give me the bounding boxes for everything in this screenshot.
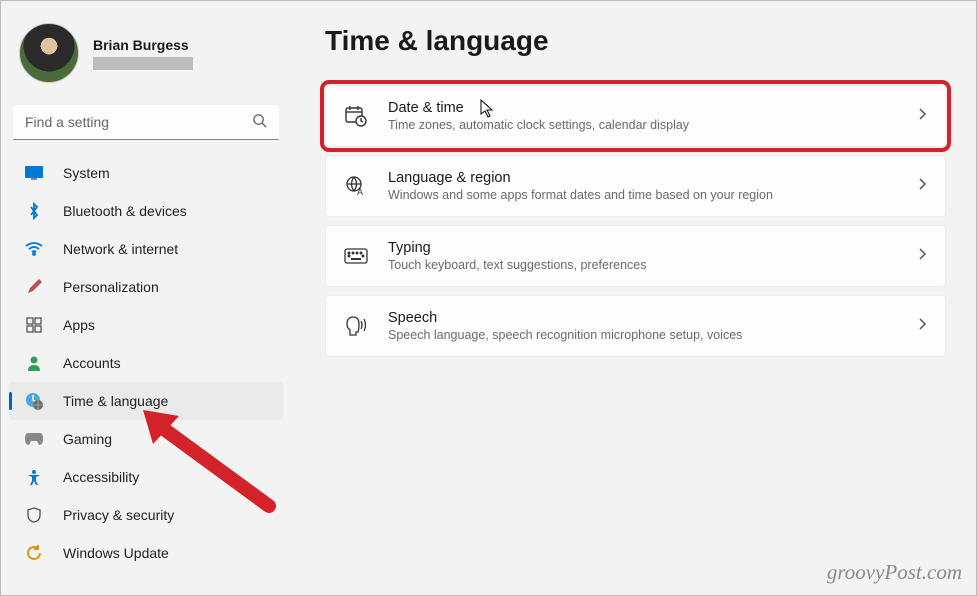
sidebar-item-label: System	[63, 165, 110, 181]
card-title: Language & region	[388, 170, 897, 186]
card-typing[interactable]: Typing Touch keyboard, text suggestions,…	[325, 225, 946, 287]
sidebar-item-label: Privacy & security	[63, 507, 174, 523]
sidebar-item-label: Accessibility	[63, 469, 139, 485]
sidebar-item-apps[interactable]: Apps	[9, 306, 283, 344]
sidebar-item-label: Accounts	[63, 355, 121, 371]
globe-text-icon: A	[344, 174, 368, 198]
main-panel: Time & language Date & time Time zones, …	[291, 1, 976, 595]
profile-name: Brian Burgess	[93, 37, 193, 53]
sidebar-item-label: Apps	[63, 317, 95, 333]
wifi-icon	[25, 240, 43, 258]
apps-icon	[25, 316, 43, 334]
keyboard-icon	[344, 244, 368, 268]
watermark: groovyPost.com	[827, 560, 962, 585]
sidebar: Brian Burgess System Bluetooth & devices…	[1, 1, 291, 595]
sidebar-item-personalization[interactable]: Personalization	[9, 268, 283, 306]
card-language-region[interactable]: A Language & region Windows and some app…	[325, 155, 946, 217]
profile[interactable]: Brian Burgess	[9, 17, 283, 101]
nav-list: System Bluetooth & devices Network & int…	[9, 154, 283, 572]
system-icon	[25, 164, 43, 182]
person-icon	[25, 354, 43, 372]
card-description: Touch keyboard, text suggestions, prefer…	[388, 258, 897, 272]
speech-head-icon	[344, 314, 368, 338]
sidebar-item-system[interactable]: System	[9, 154, 283, 192]
sidebar-item-label: Bluetooth & devices	[63, 203, 187, 219]
update-icon	[25, 544, 43, 562]
gamepad-icon	[25, 430, 43, 448]
accessibility-icon	[25, 468, 43, 486]
sidebar-item-windows-update[interactable]: Windows Update	[9, 534, 283, 572]
card-title: Typing	[388, 240, 897, 256]
clock-globe-icon	[25, 392, 43, 410]
shield-icon	[25, 506, 43, 524]
sidebar-item-label: Windows Update	[63, 545, 169, 561]
chevron-right-icon	[917, 177, 927, 196]
card-title: Speech	[388, 310, 897, 326]
chevron-right-icon	[917, 247, 927, 266]
sidebar-item-bluetooth[interactable]: Bluetooth & devices	[9, 192, 283, 230]
bluetooth-icon	[25, 202, 43, 220]
page-title: Time & language	[325, 25, 946, 57]
sidebar-item-label: Gaming	[63, 431, 112, 447]
sidebar-item-gaming[interactable]: Gaming	[9, 420, 283, 458]
search-icon	[252, 113, 267, 133]
sidebar-item-network[interactable]: Network & internet	[9, 230, 283, 268]
card-title: Date & time	[388, 100, 897, 116]
profile-email-redacted	[93, 57, 193, 70]
sidebar-item-time-language[interactable]: Time & language	[9, 382, 283, 420]
sidebar-item-privacy[interactable]: Privacy & security	[9, 496, 283, 534]
sidebar-item-label: Time & language	[63, 393, 168, 409]
sidebar-item-label: Personalization	[63, 279, 159, 295]
card-description: Time zones, automatic clock settings, ca…	[388, 118, 897, 132]
card-description: Speech language, speech recognition micr…	[388, 328, 897, 342]
settings-list: Date & time Time zones, automatic clock …	[325, 85, 946, 361]
brush-icon	[25, 278, 43, 296]
sidebar-item-accounts[interactable]: Accounts	[9, 344, 283, 382]
chevron-right-icon	[917, 317, 927, 336]
sidebar-item-label: Network & internet	[63, 241, 178, 257]
card-speech[interactable]: Speech Speech language, speech recogniti…	[325, 295, 946, 357]
calendar-clock-icon	[344, 104, 368, 128]
svg-text:A: A	[357, 187, 363, 197]
search-input[interactable]	[13, 105, 279, 140]
search-box[interactable]	[13, 105, 279, 140]
card-date-time[interactable]: Date & time Time zones, automatic clock …	[325, 85, 946, 147]
avatar	[19, 23, 79, 83]
chevron-right-icon	[917, 107, 927, 126]
card-description: Windows and some apps format dates and t…	[388, 188, 897, 202]
sidebar-item-accessibility[interactable]: Accessibility	[9, 458, 283, 496]
